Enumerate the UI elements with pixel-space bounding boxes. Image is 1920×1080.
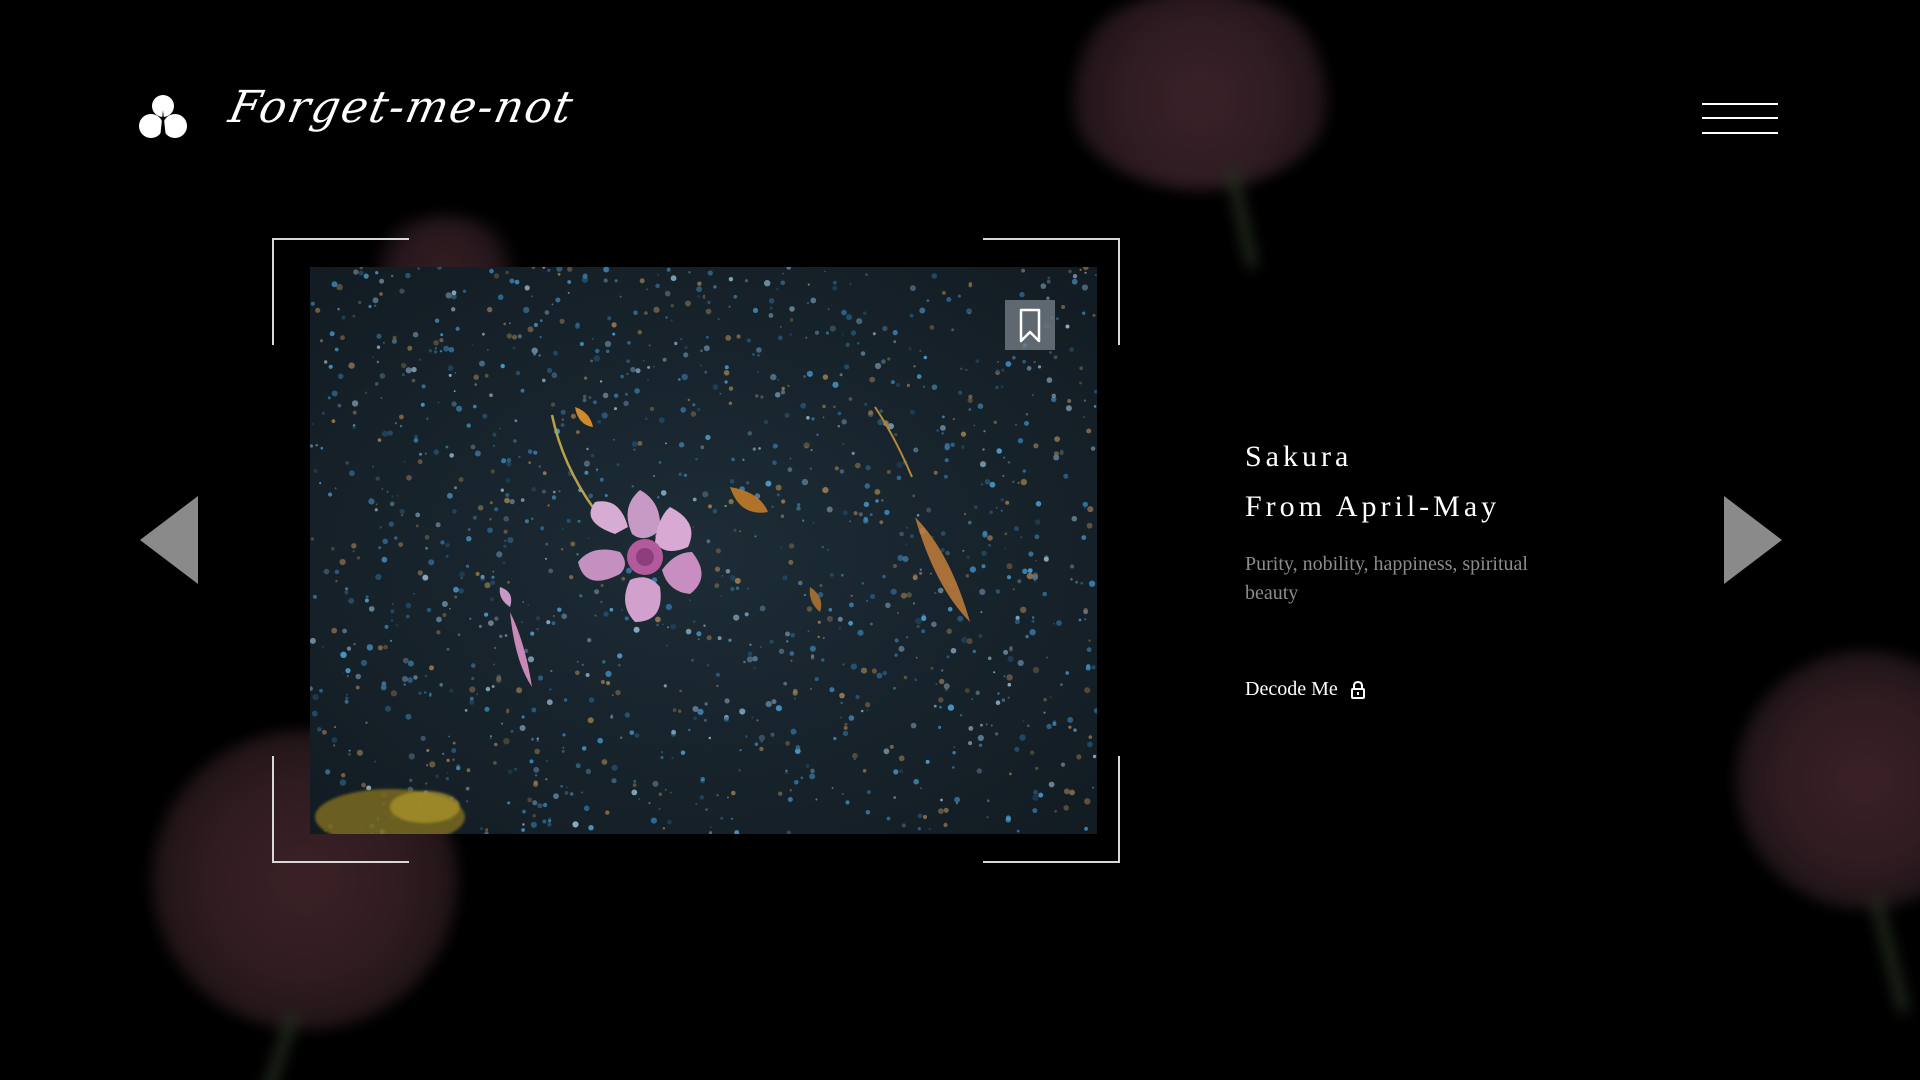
background-flower-right [1735, 650, 1920, 1015]
clover-icon[interactable] [138, 92, 188, 142]
flower-meaning: Purity, nobility, happiness, spiritual b… [1245, 553, 1528, 604]
arrow-right-icon[interactable] [1722, 494, 1784, 586]
flower-season: From April-May [1245, 490, 1501, 523]
decode-me-label: Decode Me [1245, 678, 1338, 700]
hamburger-menu-icon[interactable] [1700, 101, 1780, 139]
flower-photo[interactable] [310, 267, 1097, 834]
bookmark-icon[interactable] [1005, 300, 1055, 350]
background-flower-top [1065, 0, 1335, 270]
flower-title: Sakura [1245, 440, 1353, 473]
lock-icon [1350, 680, 1366, 699]
arrow-left-icon[interactable] [138, 494, 200, 586]
brand-name[interactable]: Forget-me-not [225, 82, 579, 133]
decode-me-link[interactable]: Decode Me [1245, 678, 1366, 701]
